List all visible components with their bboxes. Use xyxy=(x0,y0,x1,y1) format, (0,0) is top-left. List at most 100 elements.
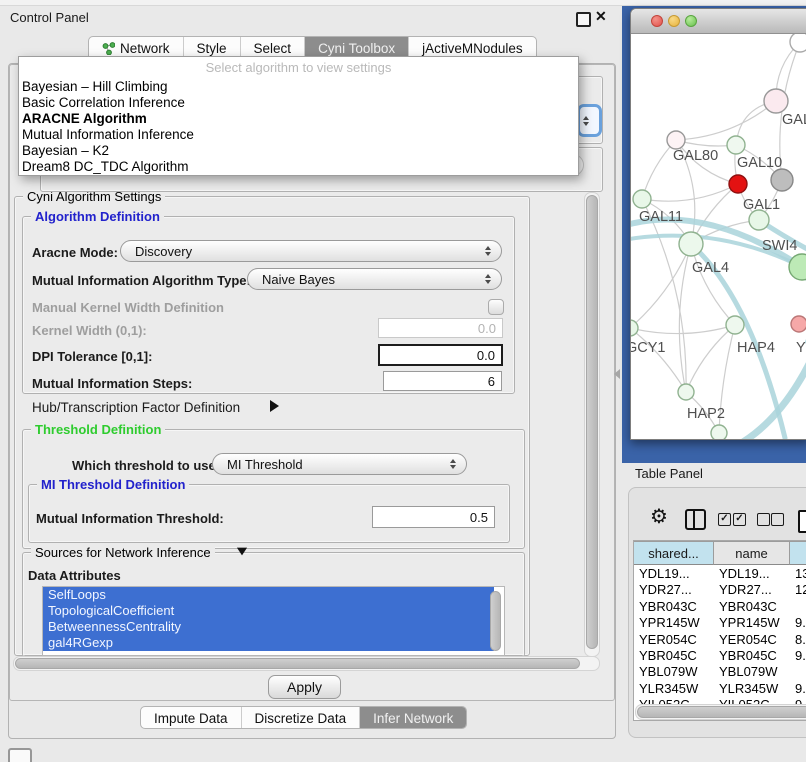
table-cell: YLR345W xyxy=(719,681,778,696)
node-item[interactable] xyxy=(771,169,793,191)
table-cell: YBR045C xyxy=(719,648,777,663)
table-row[interactable]: YDL19...YDL19...13 xyxy=(634,566,806,582)
attributes-scrollbar-thumb[interactable] xyxy=(490,591,501,651)
node-gal10[interactable] xyxy=(727,136,745,154)
node-label: GAL11 xyxy=(639,209,683,225)
gear-icon[interactable]: ⚙ xyxy=(650,507,668,527)
table-row[interactable]: YLR345WYLR345W9. xyxy=(634,681,806,697)
node-label: GAL xyxy=(782,112,806,128)
node-hap4[interactable] xyxy=(726,316,744,334)
node-table: shared...name YDL19...YDL19...13YDR27...… xyxy=(633,540,806,721)
which-threshold-combo[interactable]: MI Threshold xyxy=(212,453,467,475)
attribute-item[interactable]: gal4RGexp xyxy=(43,635,494,651)
checked-checkbox-icon[interactable]: ✓ xyxy=(733,513,746,526)
hub-section-label[interactable]: Hub/Transcription Factor Definition xyxy=(32,400,240,415)
table-row[interactable]: YPR145WYPR145W9. xyxy=(634,615,806,631)
manual-kernel-checkbox[interactable] xyxy=(488,299,504,315)
kernel-width-field[interactable]: 0.0 xyxy=(378,318,503,338)
network-edge[interactable] xyxy=(642,140,676,199)
mi-steps-label: Mutual Information Steps: xyxy=(32,376,192,391)
tab-infer-network[interactable]: Infer Network xyxy=(359,707,466,728)
table-row[interactable]: YBL079WYBL079W xyxy=(634,664,806,680)
network-edge[interactable] xyxy=(631,328,686,392)
node-item[interactable] xyxy=(729,175,747,193)
settings-vscrollbar-thumb[interactable] xyxy=(586,195,598,649)
kernel-width-label: Kernel Width (0,1): xyxy=(32,323,147,338)
close-icon[interactable]: ✕ xyxy=(595,8,607,25)
node-hap2[interactable] xyxy=(678,384,694,400)
tab-impute-data[interactable]: Impute Data xyxy=(141,707,241,728)
sources-collapse-icon[interactable] xyxy=(237,548,247,556)
threshold-definition-title: Threshold Definition xyxy=(31,422,165,437)
node-gal4[interactable] xyxy=(679,232,703,256)
attribute-item[interactable]: SelfLoops xyxy=(43,587,494,603)
mi-threshold-value: 0.5 xyxy=(470,510,488,525)
column-header-item[interactable] xyxy=(790,541,806,565)
combo-arrows-icon xyxy=(485,246,491,256)
algorithm-option[interactable]: ARACNE Algorithm xyxy=(19,111,578,127)
tab-network[interactable]: Network xyxy=(89,37,183,58)
table-row[interactable]: YDR27...YDR27...12 xyxy=(634,582,806,598)
checked-checkbox-icon[interactable]: ✓ xyxy=(718,513,731,526)
window-close-button[interactable] xyxy=(651,15,663,27)
tab-cyni-toolbox[interactable]: Cyni Toolbox xyxy=(304,37,408,58)
mi-threshold-field[interactable]: 0.5 xyxy=(372,506,495,528)
network-edge[interactable] xyxy=(691,244,735,325)
kernel-width-value: 0.0 xyxy=(478,321,496,336)
attribute-item[interactable]: TopologicalCoefficient xyxy=(43,603,494,619)
algorithm-option[interactable]: Bayesian – Hill Climbing xyxy=(19,79,578,95)
table-row[interactable]: YBR043CYBR043C xyxy=(634,599,806,615)
dpi-tolerance-value: 0.0 xyxy=(477,348,495,363)
table-cell: 9. xyxy=(795,681,806,696)
tab-select[interactable]: Select xyxy=(240,37,305,58)
attribute-item[interactable]: BetweennessCentrality xyxy=(43,619,494,635)
column-header-shared-[interactable]: shared... xyxy=(634,541,714,565)
network-window-titlebar[interactable] xyxy=(631,9,806,34)
tab-jactivemnodules[interactable]: jActiveMNodules xyxy=(408,37,536,58)
network-edge[interactable] xyxy=(676,101,776,140)
node-gal[interactable] xyxy=(764,89,788,113)
table-row[interactable]: YER054CYER054C8. xyxy=(634,632,806,648)
combo-arrows-icon xyxy=(450,459,456,469)
window-zoom-button[interactable] xyxy=(685,15,697,27)
algorithm-combo-button[interactable] xyxy=(577,104,602,137)
columns-icon[interactable] xyxy=(685,509,706,530)
apply-button[interactable]: Apply xyxy=(268,675,341,699)
column-header-name[interactable]: name xyxy=(714,541,790,565)
data-attributes-list: SelfLoopsTopologicalCoefficientBetweenne… xyxy=(42,586,505,656)
table-cell: YBL079W xyxy=(639,664,698,679)
divider-collapse-arrow[interactable] xyxy=(614,369,620,379)
node-item[interactable] xyxy=(790,34,806,52)
algorithm-option[interactable]: Mutual Information Inference xyxy=(19,127,578,143)
minimized-panel-icon[interactable] xyxy=(8,748,32,762)
dpi-tolerance-field[interactable]: 0.0 xyxy=(378,344,503,366)
node-gal1[interactable] xyxy=(749,210,769,230)
network-view-window[interactable]: GALGAL80GAL10GAL1GAL11SWI4GAL4GCY1HAP4YH… xyxy=(630,8,806,440)
algorithm-option[interactable]: Basic Correlation Inference xyxy=(19,95,578,111)
window-minimize-button[interactable] xyxy=(668,15,680,27)
sources-group-title: Sources for Network Inference xyxy=(31,545,215,560)
tab-discretize-data[interactable]: Discretize Data xyxy=(241,707,360,728)
document-icon[interactable] xyxy=(798,510,806,533)
settings-hscrollbar-thumb[interactable] xyxy=(15,658,580,669)
algorithm-option[interactable]: Bayesian – K2 xyxy=(19,143,578,159)
unchecked-checkbox-icon[interactable] xyxy=(757,513,770,526)
network-canvas[interactable]: GALGAL80GAL10GAL1GAL11SWI4GAL4GCY1HAP4YH… xyxy=(631,34,806,439)
network-edge[interactable] xyxy=(642,184,738,201)
mi-steps-field[interactable]: 6 xyxy=(383,371,502,391)
mi-type-combo[interactable]: Naive Bayes xyxy=(247,268,502,290)
node-y[interactable] xyxy=(791,316,806,332)
node-gal11[interactable] xyxy=(633,190,651,208)
tab-style[interactable]: Style xyxy=(183,37,240,58)
float-panel-icon[interactable] xyxy=(576,12,591,27)
node-item[interactable] xyxy=(711,425,727,439)
algorithm-option[interactable]: Dream8 DC_TDC Algorithm xyxy=(19,159,578,175)
table-hscrollbar-thumb[interactable] xyxy=(637,706,806,718)
node-gal80[interactable] xyxy=(667,131,685,149)
table-cell: YER054C xyxy=(639,632,697,647)
table-row[interactable]: YBR045CYBR045C9. xyxy=(634,648,806,664)
unchecked-checkbox-icon[interactable] xyxy=(771,513,784,526)
aracne-mode-combo[interactable]: Discovery xyxy=(120,240,502,262)
hub-expand-icon[interactable] xyxy=(270,400,279,412)
mi-threshold-label: Mutual Information Threshold: xyxy=(36,511,224,526)
